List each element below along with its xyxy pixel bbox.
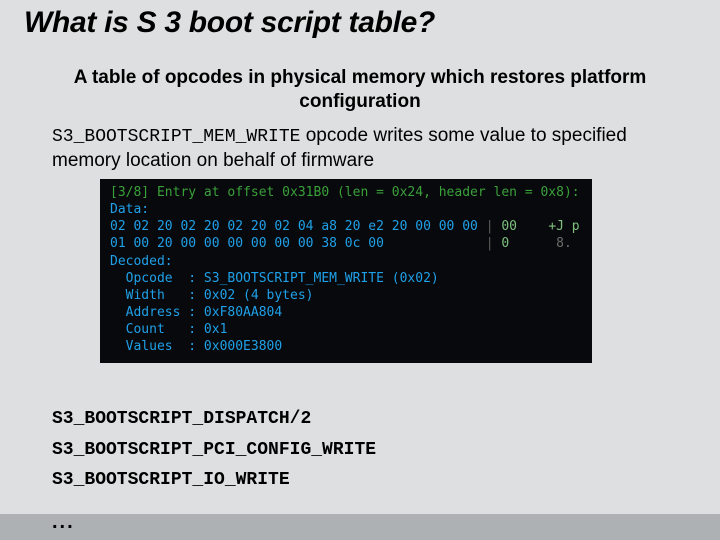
pipe-icon: |	[486, 219, 494, 234]
opcode-io-write: S3_BOOTSCRIPT_IO_WRITE	[52, 465, 376, 496]
term-ascii-2b: 8.	[556, 236, 572, 251]
term-width-line: Width : 0x02 (4 bytes)	[110, 288, 314, 303]
term-values-line: Values : 0x000E3800	[110, 339, 282, 354]
opcode-dispatch: S3_BOOTSCRIPT_DISPATCH/2	[52, 404, 376, 435]
opcode-pci-config-write: S3_BOOTSCRIPT_PCI_CONFIG_WRITE	[52, 435, 376, 466]
term-hex-row-1: 02 02 20 02 20 02 20 02 04 a8 20 e2 20 0…	[110, 219, 478, 234]
opcode-name: S3_BOOTSCRIPT_MEM_WRITE	[52, 127, 300, 147]
subtitle: A table of opcodes in physical memory wh…	[60, 66, 660, 114]
slide: What is S 3 boot script table? A table o…	[0, 0, 720, 540]
term-decoded-label: Decoded:	[110, 254, 173, 269]
term-ascii-1b: +J p	[548, 219, 579, 234]
term-ascii-2a: 0	[501, 236, 509, 251]
terminal-output: [3/8] Entry at offset 0x31B0 (len = 0x24…	[100, 179, 592, 363]
term-hex-row-2: 01 00 20 00 00 00 00 00 00 38 0c 00	[110, 236, 384, 251]
ellipsis: ...	[52, 512, 75, 532]
term-ascii-1a: 00	[501, 219, 517, 234]
term-data-label: Data:	[110, 202, 149, 217]
opcode-list: S3_BOOTSCRIPT_DISPATCH/2 S3_BOOTSCRIPT_P…	[52, 404, 376, 496]
page-title: What is S 3 boot script table?	[24, 6, 435, 40]
footer-band	[0, 514, 720, 540]
term-entry-header: [3/8] Entry at offset 0x31B0 (len = 0x24…	[110, 185, 580, 200]
term-count-line: Count : 0x1	[110, 322, 227, 337]
description: S3_BOOTSCRIPT_MEM_WRITE opcode writes so…	[52, 124, 680, 172]
term-address-line: Address : 0xF80AA804	[110, 305, 282, 320]
pipe-icon: |	[486, 236, 494, 251]
term-opcode-line: Opcode : S3_BOOTSCRIPT_MEM_WRITE (0x02)	[110, 271, 439, 286]
